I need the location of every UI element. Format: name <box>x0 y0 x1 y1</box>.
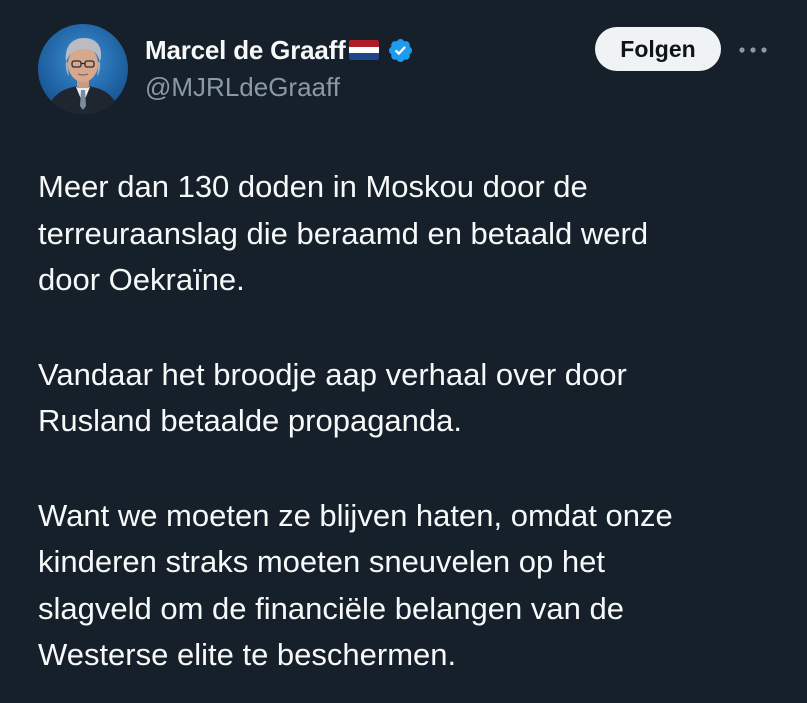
tweet-paragraph: Want we moeten ze blijven haten, omdat o… <box>38 497 673 673</box>
tweet-card: Marcel de Graaff @MJRLdeGraaff Folgen Me… <box>0 0 807 703</box>
netherlands-flag-icon <box>348 40 379 60</box>
avatar-image <box>38 24 128 114</box>
avatar[interactable] <box>38 24 128 114</box>
more-options-icon[interactable] <box>733 35 773 65</box>
author-name-row: Marcel de Graaff <box>145 32 414 68</box>
tweet-text: Meer dan 130 doden in Moskou door de ter… <box>38 164 778 703</box>
tweet-paragraph: Vandaar het broodje aap verhaal over doo… <box>38 356 627 439</box>
author-handle[interactable]: @MJRLdeGraaff <box>145 72 340 103</box>
verified-badge-icon[interactable] <box>387 37 414 64</box>
follow-button[interactable]: Folgen <box>595 27 721 71</box>
author-display-name[interactable]: Marcel de Graaff <box>145 35 346 66</box>
tweet-paragraph: Meer dan 130 doden in Moskou door de ter… <box>38 169 649 297</box>
